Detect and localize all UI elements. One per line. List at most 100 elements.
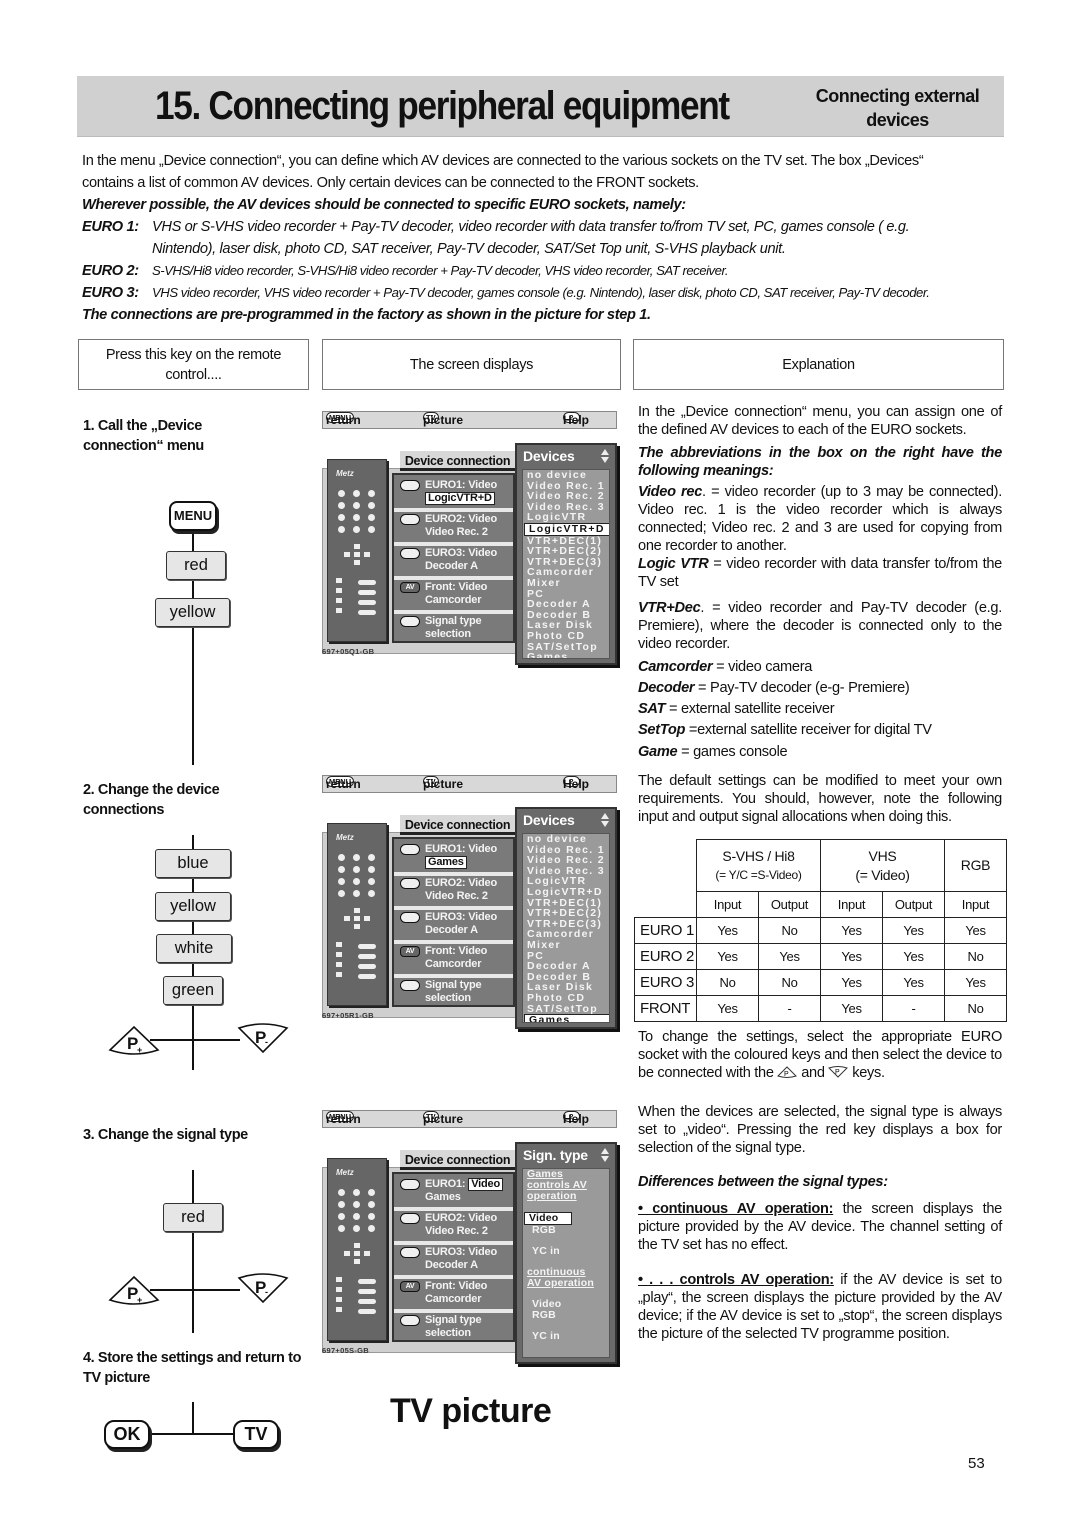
table-cell: Yes (758, 943, 821, 970)
header-vhs: VHS (= Video) (820, 839, 945, 892)
remote-number-button (353, 1225, 360, 1232)
blank-key-icon (400, 980, 420, 991)
connection-slot-5[interactable]: Signal type selection (394, 613, 513, 645)
tv-picture-label: TV picture (390, 1392, 552, 1430)
remote-number-button (353, 854, 360, 861)
up-down-arrows-icon[interactable] (601, 449, 609, 463)
connection-slot-1[interactable]: EURO1: Video Games (394, 841, 513, 873)
ok-key[interactable]: OK (104, 1420, 150, 1449)
p-minus-icon: P - (237, 1023, 289, 1054)
device-option[interactable]: LogicVTR (523, 512, 609, 523)
header-rgb: RGB (944, 839, 1007, 892)
yellow-key[interactable]: yellow (155, 598, 230, 627)
definition-sat: SAT = external satellite receiver (638, 701, 835, 717)
connection-slot-1[interactable]: EURO1: Video Games (394, 1176, 513, 1208)
remote-number-button (338, 490, 345, 497)
subtitle-line-2: devices (866, 110, 929, 130)
popup-list: Games controls AV operation Video RGB YC in co… (522, 1168, 610, 1358)
blue-key[interactable]: blue (155, 849, 231, 878)
menu-key[interactable]: MENU (169, 501, 217, 531)
device-option[interactable]: Games (524, 1014, 609, 1022)
euro1-device-value[interactable]: LogicVTR+D (425, 491, 495, 505)
table-cell: No (944, 943, 1007, 970)
remote-left-button (344, 916, 350, 921)
green-key[interactable]: green (163, 976, 223, 1005)
up-down-arrows-icon[interactable] (601, 1148, 609, 1162)
tv-key[interactable]: TV (233, 1420, 279, 1449)
connection-slot-3[interactable]: EURO3: Video Decoder A (394, 909, 513, 941)
white-key[interactable]: white (156, 934, 232, 963)
remote-number-button (338, 1225, 345, 1232)
signal-option[interactable]: RGB (523, 1310, 609, 1321)
signal-option[interactable]: RGB (523, 1225, 609, 1236)
p-plus-key-step3[interactable]: P + (108, 1274, 160, 1305)
device-option[interactable]: no device (523, 470, 609, 481)
signal-option[interactable]: YC in (523, 1331, 609, 1342)
up-down-arrows-icon[interactable] (601, 813, 609, 827)
p-minus-key-step3[interactable]: P - (237, 1272, 289, 1304)
red-key-step3[interactable]: red (163, 1203, 223, 1232)
table-cell: - (758, 995, 821, 1022)
section-subtitle: Connecting external devices (800, 84, 995, 132)
remote-pill-button (358, 1279, 376, 1284)
connection-slot-2[interactable]: EURO2: Video Video Rec. 2 (394, 875, 513, 907)
remote-number-button (368, 1213, 375, 1220)
blank-key-icon (400, 1315, 420, 1326)
table-cell: No (944, 995, 1007, 1022)
device-option[interactable]: Mixer (523, 940, 609, 951)
remote-number-button (338, 866, 345, 873)
bullet-controls-av: • . . . controls AV operation: if the AV… (638, 1272, 1002, 1342)
definition-camcorder: Camcorder = video camera (638, 659, 813, 675)
signal-option[interactable]: YC in (523, 1246, 609, 1257)
remote-number-button (338, 1201, 345, 1208)
device-option[interactable]: Photo CD (523, 631, 609, 642)
connection-slot-2[interactable]: EURO2: Video Video Rec. 2 (394, 1210, 513, 1242)
step-4-title: 4. Store the settings and return to TV p… (83, 1350, 302, 1386)
connection-slot-3[interactable]: EURO3: Video Decoder A (394, 545, 513, 577)
connection-slot-3[interactable]: EURO3: Video Decoder A (394, 1244, 513, 1276)
remote-number-button (368, 1189, 375, 1196)
signal-allocation-table: S-VHS / Hi8 (= Y/C =S-Video) VHS (= Video)… (634, 839, 1007, 1022)
euro1-connector-icon (400, 1179, 420, 1190)
screen-top-bar: MENU return TV picture ? Help (322, 775, 617, 793)
picture-label: picture (423, 777, 464, 791)
definition-vtr-dec: VTR+Dec. = video recorder and Pay-TV dec… (638, 600, 1002, 652)
connection-slot-1[interactable]: EURO1: Video LogicVTR+D (394, 477, 513, 509)
remote-up-button (354, 544, 360, 549)
connection-slot-5[interactable]: Signal type selection (394, 1312, 513, 1344)
table-cell: Yes (696, 917, 759, 944)
connection-slot-2[interactable]: EURO2: Video Video Rec. 2 (394, 511, 513, 543)
table-row: EURO 3 No No Yes Yes Yes (634, 969, 1007, 996)
definition-game: Game = games console (638, 744, 788, 760)
device-option[interactable]: LogicVTR+D (523, 887, 609, 898)
device-option[interactable]: LogicVTR+D (524, 522, 609, 536)
remote-down-button (354, 924, 360, 929)
page-number: 53 (968, 1455, 985, 1472)
table-row: EURO 2 Yes Yes Yes Yes No (634, 943, 1007, 970)
device-option[interactable]: SAT/SetTop (523, 1003, 609, 1015)
svg-text:P: P (784, 1071, 789, 1078)
device-option[interactable]: Mixer (523, 578, 609, 589)
p-plus-key[interactable]: P + (108, 1024, 160, 1055)
explanation-intro: In the „Device connection“ menu, you can… (638, 404, 1002, 438)
connection-slot-4[interactable]: AV Front: Video Camcorder (394, 579, 513, 611)
yellow-key[interactable]: yellow (155, 892, 231, 921)
connection-slot-4[interactable]: AV Front: Video Camcorder (394, 1278, 513, 1310)
remote-side-button (336, 608, 342, 613)
remote-pill-button (358, 1299, 376, 1304)
connection-slot-5[interactable]: Signal type selection (394, 977, 513, 1009)
device-option[interactable]: Games (523, 652, 609, 658)
help-label: Help (563, 413, 590, 427)
connection-slot-4[interactable]: AV Front: Video Camcorder (394, 943, 513, 975)
screen-top-bar: MENU return TV picture ? Help (322, 411, 617, 429)
signal-type-value[interactable]: Video (468, 1178, 503, 1191)
remote-pill-button (358, 600, 376, 605)
device-option[interactable]: no device (523, 834, 609, 845)
euro1-device-value[interactable]: Games (425, 855, 467, 869)
red-key[interactable]: red (166, 551, 226, 580)
device-option[interactable]: Photo CD (523, 993, 609, 1004)
p-minus-key[interactable]: P - (237, 1022, 289, 1054)
remote-brand-logo: Metz (336, 469, 354, 478)
page-title: 15. Connecting peripheral equipment (155, 84, 730, 128)
socket-label: EURO 2 (634, 943, 697, 970)
